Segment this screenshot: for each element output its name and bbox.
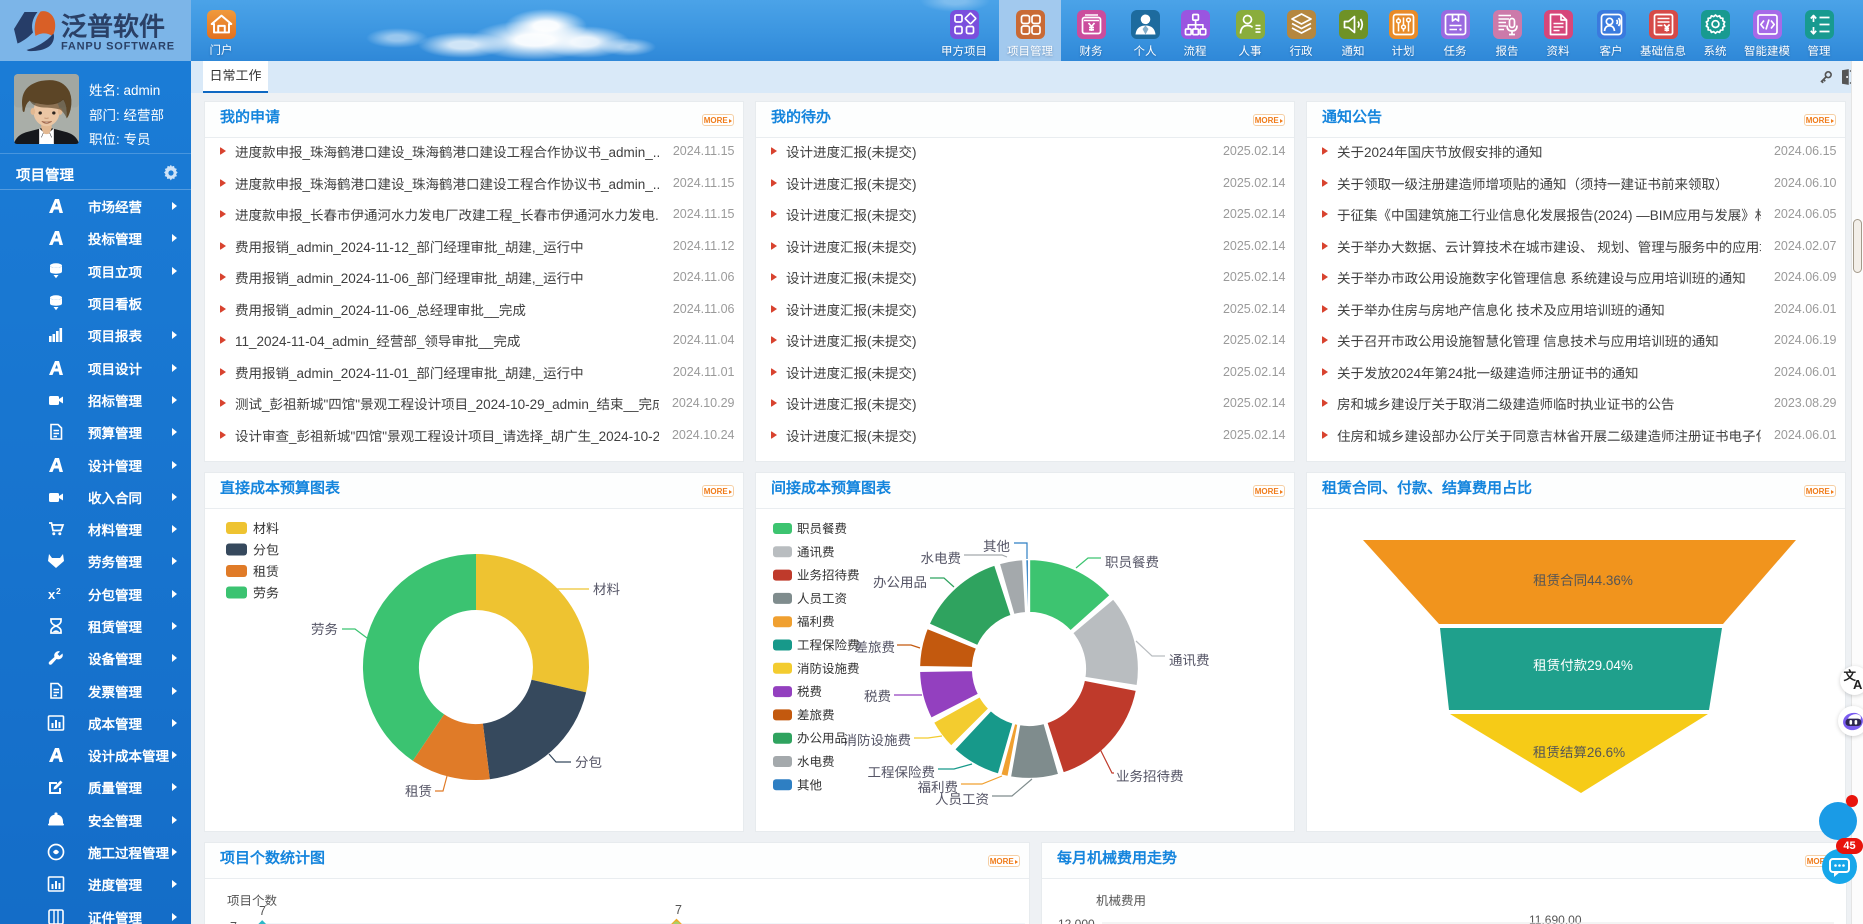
svg-text:劳务: 劳务 — [253, 586, 279, 601]
svg-text:工程保险费: 工程保险费 — [797, 639, 860, 653]
svg-text:差旅费: 差旅费 — [855, 640, 896, 655]
svg-text:租赁: 租赁 — [253, 564, 279, 579]
svg-text:通讯费: 通讯费 — [797, 545, 835, 559]
svg-text:水电费: 水电费 — [797, 755, 835, 769]
svg-text:办公用品: 办公用品 — [873, 575, 927, 590]
svg-text:泛普软件: 泛普软件 — [61, 12, 165, 42]
svg-text:其他: 其他 — [983, 539, 1010, 554]
svg-text:税费: 税费 — [864, 689, 891, 704]
svg-text:分包: 分包 — [253, 543, 279, 558]
svg-text:差旅费: 差旅费 — [797, 708, 835, 722]
svg-text:业务招待费: 业务招待费 — [1116, 769, 1184, 784]
svg-text:x: x — [48, 587, 56, 602]
svg-text:人员工资: 人员工资 — [935, 792, 989, 807]
svg-text:税费: 税费 — [797, 685, 822, 699]
svg-text:消防设施费: 消防设施费 — [797, 662, 860, 676]
svg-text:职员餐费: 职员餐费 — [1105, 555, 1159, 570]
svg-text:业务招待费: 业务招待费 — [797, 569, 860, 583]
svg-text:职员餐费: 职员餐费 — [797, 522, 847, 536]
svg-text:福利费: 福利费 — [797, 615, 835, 629]
svg-text:租赁: 租赁 — [405, 784, 432, 799]
svg-text:租赁付款29.04%: 租赁付款29.04% — [1533, 658, 1633, 673]
svg-text:工程保险费: 工程保险费 — [868, 765, 936, 780]
svg-text:其他: 其他 — [797, 778, 823, 792]
svg-text:人员工资: 人员工资 — [797, 592, 847, 606]
svg-text:办公用品: 办公用品 — [797, 732, 847, 746]
svg-text:租赁结算26.6%: 租赁结算26.6% — [1533, 745, 1625, 760]
svg-text:材料: 材料 — [253, 521, 279, 536]
svg-text:分包: 分包 — [575, 755, 602, 770]
svg-text:材料: 材料 — [593, 582, 621, 597]
svg-text:租赁合同44.36%: 租赁合同44.36% — [1533, 573, 1633, 588]
svg-text:2: 2 — [56, 586, 61, 596]
svg-text:劳务: 劳务 — [311, 622, 338, 637]
svg-text:通讯费: 通讯费 — [1169, 653, 1210, 668]
svg-text:FANPU SOFTWARE: FANPU SOFTWARE — [61, 41, 175, 53]
svg-text:消防设施费: 消防设施费 — [844, 733, 912, 748]
svg-text:A: A — [1853, 677, 1863, 692]
svg-text:水电费: 水电费 — [921, 551, 962, 566]
